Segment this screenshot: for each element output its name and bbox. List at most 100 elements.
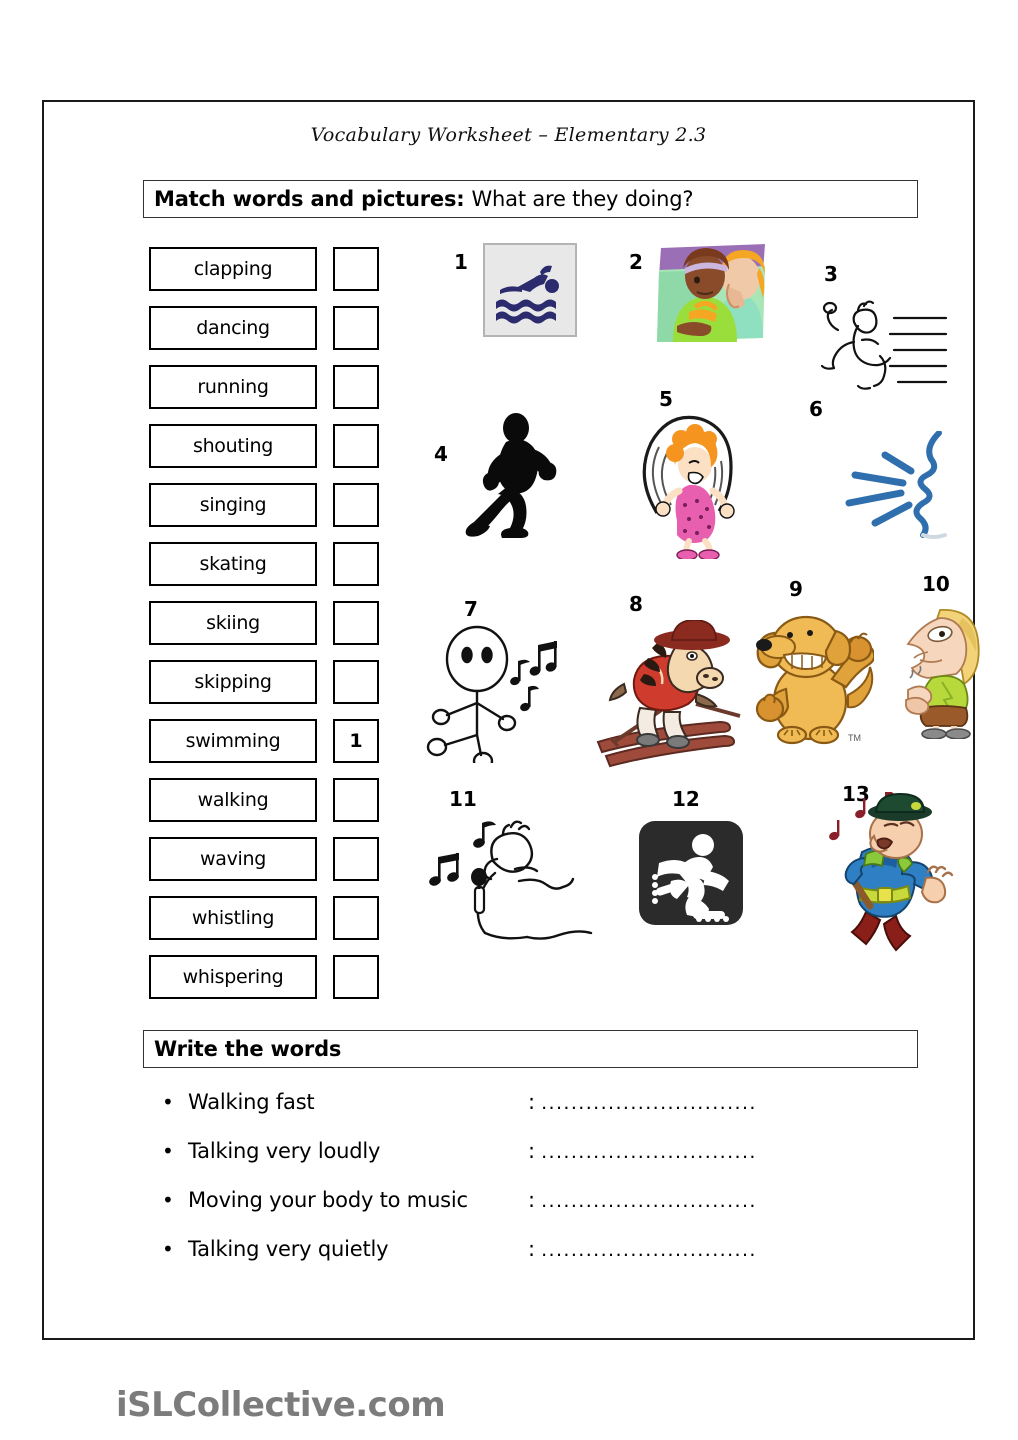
answer-box-dancing[interactable] [333, 306, 379, 350]
word-box-whispering: whispering [149, 955, 317, 999]
word-box-skiing: skiing [149, 601, 317, 645]
word-label: shouting [192, 435, 274, 457]
answer-box-clapping[interactable] [333, 247, 379, 291]
word-box-shouting: shouting [149, 424, 317, 468]
word-row: whispering [149, 955, 387, 999]
match-heading-question: What are they doing? [471, 187, 694, 211]
word-row: waving [149, 837, 387, 881]
word-label: dancing [196, 317, 270, 339]
answer-box-swimming[interactable]: 1 [333, 719, 379, 763]
word-label: waving [199, 848, 266, 870]
picture-number-5: 5 [659, 387, 673, 411]
write-the-words-list: • Walking fast : .......................… [162, 1090, 922, 1286]
match-section-heading: Match words and pictures: What are they … [143, 180, 918, 218]
write-row: • Moving your body to music : ..........… [162, 1188, 922, 1237]
word-label: skiing [206, 612, 260, 634]
write-row: • Talking very quietly : ...............… [162, 1237, 922, 1286]
clapping-woman-icon [884, 604, 994, 743]
write-colon: : [528, 1139, 536, 1163]
answer-box-whistling[interactable] [333, 896, 379, 940]
answer-box-skiing[interactable] [333, 601, 379, 645]
answer-box-walking[interactable] [333, 778, 379, 822]
word-row: swimming 1 [149, 719, 387, 763]
word-box-whistling: whistling [149, 896, 317, 940]
word-box-skating: skating [149, 542, 317, 586]
word-row: skating [149, 542, 387, 586]
answer-box-singing[interactable] [333, 483, 379, 527]
word-row: skiing [149, 601, 387, 645]
word-box-waving: waving [149, 837, 317, 881]
swimming-pictogram-icon [482, 242, 578, 342]
picture-number-9: 9 [789, 577, 803, 601]
answer-box-skipping[interactable] [333, 660, 379, 704]
word-label: skipping [194, 671, 272, 693]
picture-grid: 1 2 3 4 5 6 7 8 9 TM 10 11 12 13 [404, 242, 980, 1002]
picture-number-2: 2 [629, 250, 643, 274]
word-label: walking [197, 789, 269, 811]
svg-text:TM: TM [848, 733, 861, 743]
skiing-horse-icon [584, 619, 744, 774]
word-list: clapping dancing running shouting singin… [149, 247, 387, 1014]
write-row: • Walking fast : .......................… [162, 1090, 922, 1139]
word-row: skipping [149, 660, 387, 704]
word-label: clapping [193, 258, 273, 280]
write-answer-line-1[interactable]: .................................. [541, 1092, 756, 1114]
word-label: whispering [182, 966, 284, 988]
word-row: clapping [149, 247, 387, 291]
word-label: whistling [191, 907, 275, 929]
bullet-icon: • [162, 1188, 174, 1212]
bullet-icon: • [162, 1090, 174, 1114]
islcollective-logo: iSLCollective.com [116, 1385, 446, 1425]
word-row: dancing [149, 306, 387, 350]
write-section-heading: Write the words [143, 1030, 918, 1068]
write-row: • Talking very loudly : ................… [162, 1139, 922, 1188]
write-answer-line-2[interactable]: .................................. [541, 1141, 756, 1163]
word-row: shouting [149, 424, 387, 468]
two-people-whispering-icon [653, 242, 773, 356]
picture-number-6: 6 [809, 397, 823, 421]
skating-pictogram-icon [637, 819, 745, 931]
write-answer-line-3[interactable]: .................................. [541, 1190, 756, 1212]
word-row: running [149, 365, 387, 409]
picture-number-12: 12 [672, 787, 700, 811]
waving-dog-icon: TM [744, 603, 876, 752]
answer-box-skating[interactable] [333, 542, 379, 586]
write-prompt-4: Talking very quietly [188, 1237, 389, 1261]
answer-box-waving[interactable] [333, 837, 379, 881]
word-box-walking: walking [149, 778, 317, 822]
word-box-swimming: swimming [149, 719, 317, 763]
shouting-profile-icon [829, 430, 969, 545]
word-row: walking [149, 778, 387, 822]
answer-box-shouting[interactable] [333, 424, 379, 468]
match-heading-strong: Match words and pictures: [154, 187, 465, 211]
word-label: skating [199, 553, 267, 575]
picture-number-11: 11 [449, 787, 477, 811]
write-prompt-1: Walking fast [188, 1090, 315, 1114]
write-prompt-2: Talking very loudly [188, 1139, 381, 1163]
word-row: whistling [149, 896, 387, 940]
word-label: singing [199, 494, 267, 516]
answer-box-running[interactable] [333, 365, 379, 409]
picture-number-4: 4 [434, 442, 448, 466]
word-box-running: running [149, 365, 317, 409]
word-box-skipping: skipping [149, 660, 317, 704]
running-person-lineart-icon [794, 294, 949, 396]
dancing-stick-figure-icon [419, 623, 567, 771]
whistling-policeman-icon [804, 791, 959, 956]
walking-silhouette-icon [462, 412, 572, 544]
write-prompt-3: Moving your body to music [188, 1188, 468, 1212]
word-label: swimming [185, 730, 281, 752]
word-row: singing [149, 483, 387, 527]
picture-number-3: 3 [824, 262, 838, 286]
write-heading-label: Write the words [154, 1037, 342, 1061]
write-colon: : [528, 1237, 536, 1261]
worksheet-page-frame: Vocabulary Worksheet – Elementary 2.3 Ma… [42, 100, 980, 1425]
singing-microphone-icon [419, 815, 594, 954]
write-colon: : [528, 1188, 536, 1212]
picture-number-8: 8 [629, 592, 643, 616]
word-box-clapping: clapping [149, 247, 317, 291]
write-answer-line-4[interactable]: .................................. [541, 1239, 756, 1261]
answer-box-whispering[interactable] [333, 955, 379, 999]
bullet-icon: • [162, 1139, 174, 1163]
bullet-icon: • [162, 1237, 174, 1261]
